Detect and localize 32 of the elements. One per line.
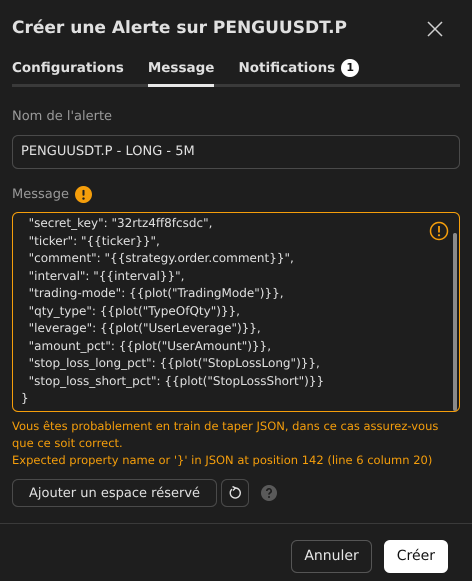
warning-text: Expected property name or '}' in JSON at position 142 (line 6 column 20)	[12, 452, 434, 470]
count-badge: 1	[341, 59, 360, 78]
warning-icon	[74, 186, 92, 203]
code-line: "secret_key": "32rtz4ff8fcsdc",	[28, 215, 212, 232]
add-placeholder-button[interactable]: Ajouter un espace réservé	[12, 479, 218, 508]
help-icon[interactable]	[261, 485, 278, 502]
code-line: "qty_type": {{plot("TypeOfQty")}},	[28, 302, 240, 320]
code-line: "trading-mode": {{plot("TradingMode")}},	[28, 285, 284, 302]
code-line: "stop_loss_short_pct": {{plot("StopLossShort")}}	[28, 372, 324, 390]
dialog-title: Créer une Alerte sur PENGUUSDT.P	[12, 17, 348, 40]
code-line: "ticker": "{{ticker}}",	[28, 232, 160, 250]
code-line: "stop_loss_long_pct": {{plot("StopLossLong")}},	[28, 355, 320, 372]
warning-text: Vous êtes probablement en train de taper JSON, dans ce cas assurez-vous que ce soit correct.	[12, 418, 440, 452]
code-line: }	[21, 390, 29, 408]
field-label: Message	[12, 186, 69, 204]
close-icon	[426, 20, 444, 38]
code-line: "amount_pct": {{plot("UserAmount")}},	[28, 338, 272, 355]
reset-button[interactable]	[221, 479, 250, 508]
code-line: "leverage": {{plot("UserLeverage")}},	[28, 320, 261, 338]
message-editor[interactable]	[12, 212, 460, 412]
scrollbar[interactable]	[453, 233, 457, 412]
cancel-button[interactable]: Annuler	[291, 540, 372, 574]
warning-icon	[429, 221, 449, 242]
tab[interactable]: Configurations	[12, 58, 124, 88]
code-line: "comment": "{{strategy.order.comment}}",	[28, 250, 294, 268]
alert-name-field[interactable]: PENGUUSDT.P - LONG - 5M	[12, 134, 460, 169]
field-label: Nom de l'alerte	[12, 108, 114, 126]
tab[interactable]: Notifications 1	[238, 58, 360, 88]
refresh-icon	[228, 486, 242, 500]
create-button[interactable]: Créer	[384, 540, 448, 574]
code-line: "interval": "{{interval}}",	[28, 268, 184, 285]
tab[interactable]: Message	[148, 58, 214, 88]
